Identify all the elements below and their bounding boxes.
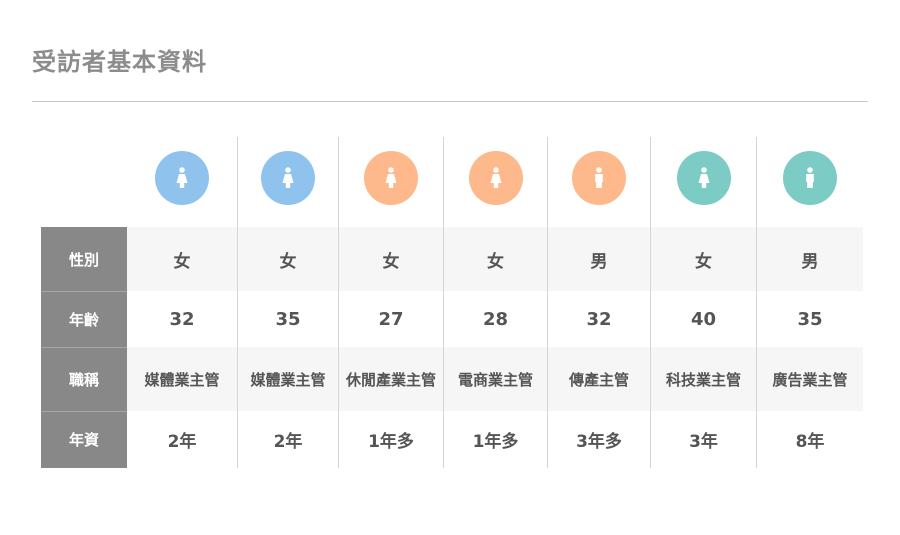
age-label: 年齡 [41, 291, 127, 347]
male-icon [804, 167, 816, 189]
female-icon [489, 167, 503, 189]
female-icon [697, 167, 711, 189]
gender-cell: 女 [279, 251, 297, 272]
title-divider [32, 101, 868, 102]
label-divider [41, 347, 127, 348]
seniority-cell: 1年多 [472, 432, 519, 452]
age-cell: 32 [169, 308, 195, 330]
female-icon [175, 167, 189, 189]
column-divider [237, 137, 238, 468]
column-divider [547, 137, 548, 468]
respondent-avatar [261, 151, 315, 205]
age-cell: 28 [482, 308, 509, 330]
gender-cell: 女 [173, 251, 191, 272]
title-cell: 傳產主管 [568, 370, 629, 389]
respondent-avatar [676, 151, 731, 205]
seniority-cell: 1年多 [368, 432, 414, 452]
gender-cell: 女 [487, 251, 504, 272]
job-title-label: 職稱 [41, 347, 127, 411]
seniority-label: 年資 [41, 411, 127, 468]
gender-cell: 男 [801, 251, 819, 272]
respondent-avatar [364, 151, 418, 205]
title-cell: 媒體業主管 [144, 370, 220, 389]
age-cell: 40 [690, 308, 717, 330]
title-cell: 科技業主管 [665, 370, 741, 389]
gender-label: 性別 [41, 227, 127, 291]
age-row: 年齡 32 35 27 28 32 40 35 [41, 291, 863, 347]
title-cell: 媒體業主管 [250, 370, 326, 389]
label-divider [41, 411, 127, 412]
title-cell: 電商業主管 [457, 370, 533, 389]
respondent-avatar [572, 151, 626, 205]
seniority-cell: 3年多 [576, 432, 622, 452]
title-row: 職稱 媒體業主管 媒體業主管 休閒產業主管 電商業主管 傳產主管 科技業主管 廣告業主管 [41, 347, 863, 411]
gender-cell: 女 [695, 251, 712, 272]
gender-row: 性別 女 女 女 女 男 女 男 [41, 227, 863, 291]
column-divider [338, 137, 339, 468]
seniority-cell: 2年 [273, 432, 303, 452]
respondent-avatar [783, 151, 837, 205]
seniority-cell: 2年 [167, 432, 197, 452]
gender-cell: 女 [382, 251, 400, 272]
male-icon [593, 167, 605, 189]
label-divider [41, 291, 127, 292]
seniority-row: 年資 2年 2年 1年多 1年多 3年多 3年 8年 [41, 411, 863, 468]
female-icon [384, 167, 398, 189]
column-divider [756, 137, 757, 468]
column-divider [443, 137, 444, 468]
respondent-avatar [468, 151, 523, 205]
seniority-cell: 3年 [689, 432, 718, 452]
gender-cell: 男 [590, 251, 608, 272]
female-icon [281, 167, 295, 189]
age-cell: 32 [586, 308, 612, 330]
respondent-avatar [155, 151, 209, 205]
column-divider [650, 137, 651, 468]
age-cell: 27 [378, 308, 404, 330]
seniority-cell: 8年 [795, 432, 825, 452]
title-cell: 廣告業主管 [772, 370, 848, 389]
title-cell: 休閒產業主管 [345, 370, 436, 389]
page-title: 受訪者基本資料 [32, 48, 207, 76]
age-cell: 35 [275, 308, 301, 330]
age-cell: 35 [797, 308, 823, 330]
